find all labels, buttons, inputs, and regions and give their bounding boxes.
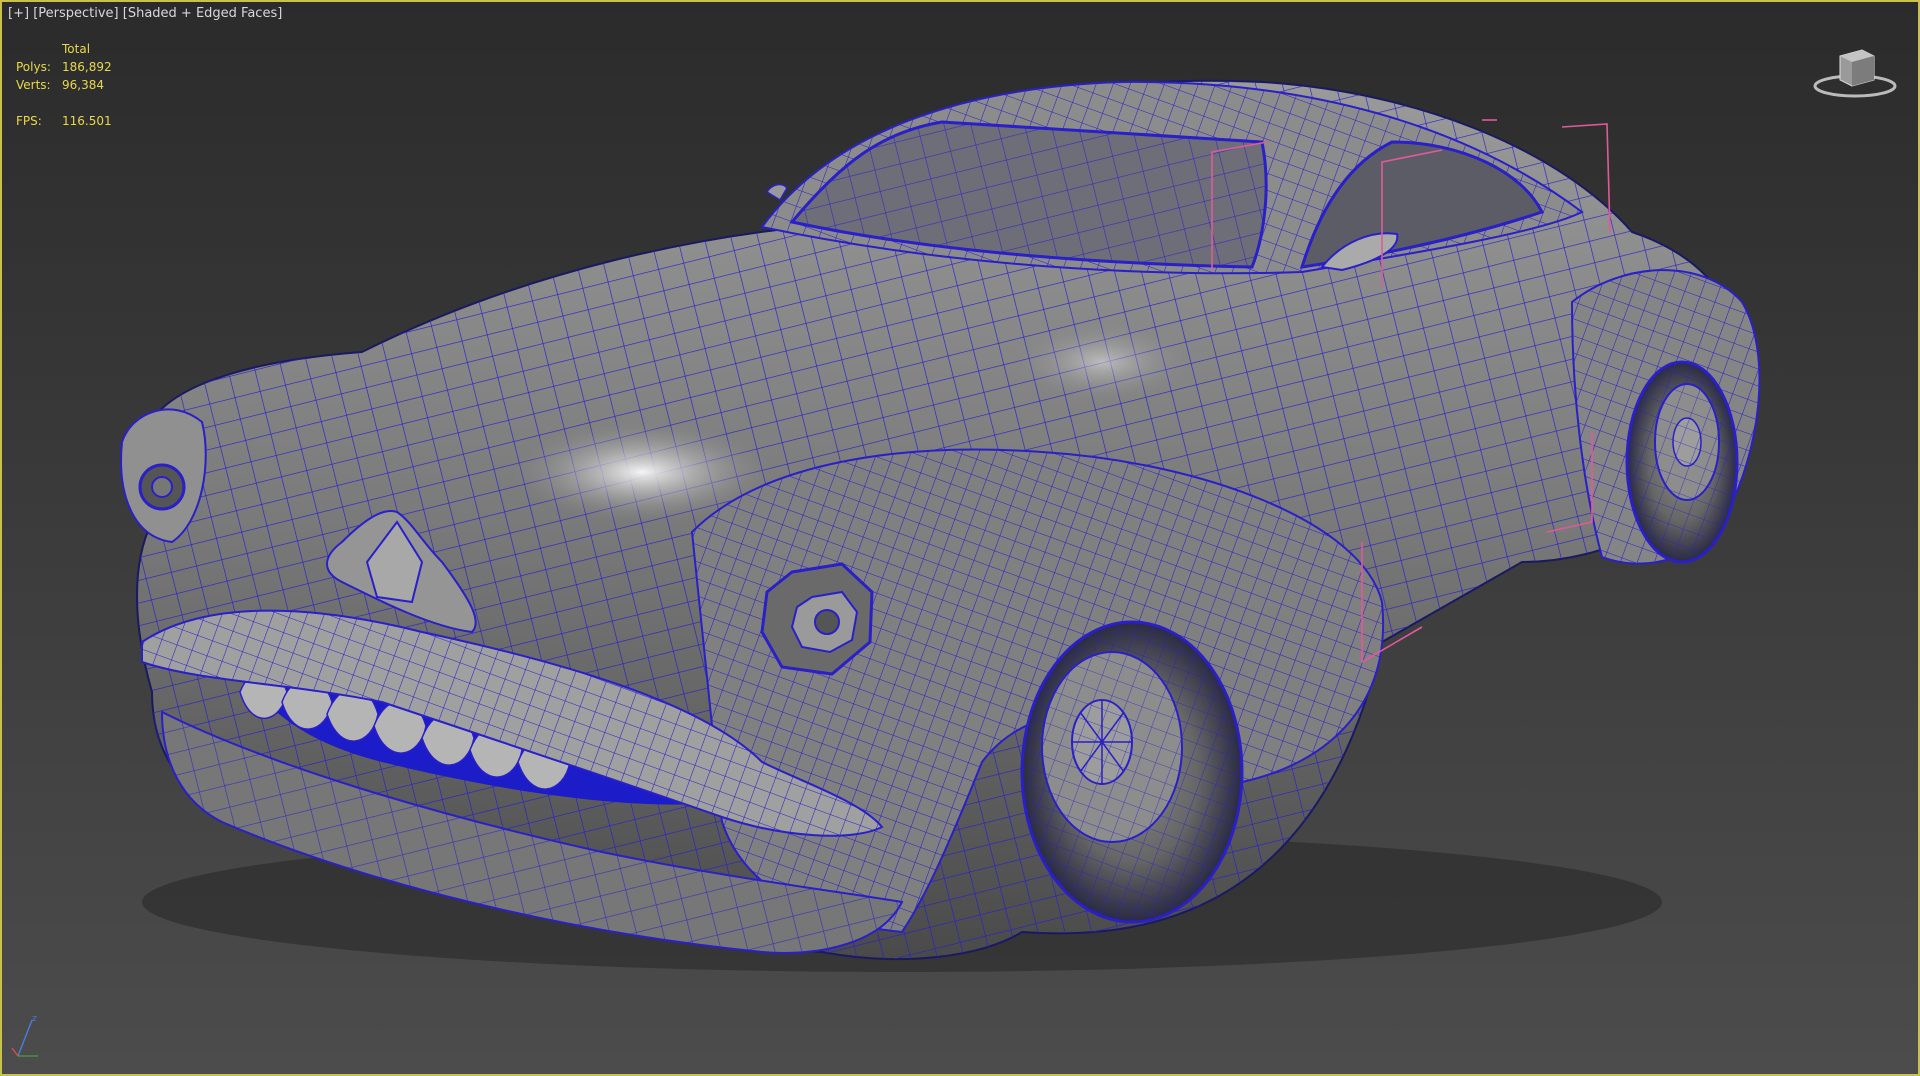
xyz-axis-icon: z bbox=[11, 1014, 38, 1057]
rear-wheel bbox=[1625, 360, 1739, 564]
front-wheel bbox=[1020, 620, 1244, 924]
viewport-perspective[interactable]: [+] [Perspective] [Shaded + Edged Faces]… bbox=[0, 0, 1920, 1076]
svg-text:z: z bbox=[32, 1014, 37, 1024]
car-model-mesh[interactable] bbox=[2, 2, 1918, 1074]
axis-gizmo: z bbox=[8, 1012, 42, 1062]
viewcube-icon bbox=[1813, 49, 1897, 98]
viewcube[interactable] bbox=[1810, 42, 1900, 102]
